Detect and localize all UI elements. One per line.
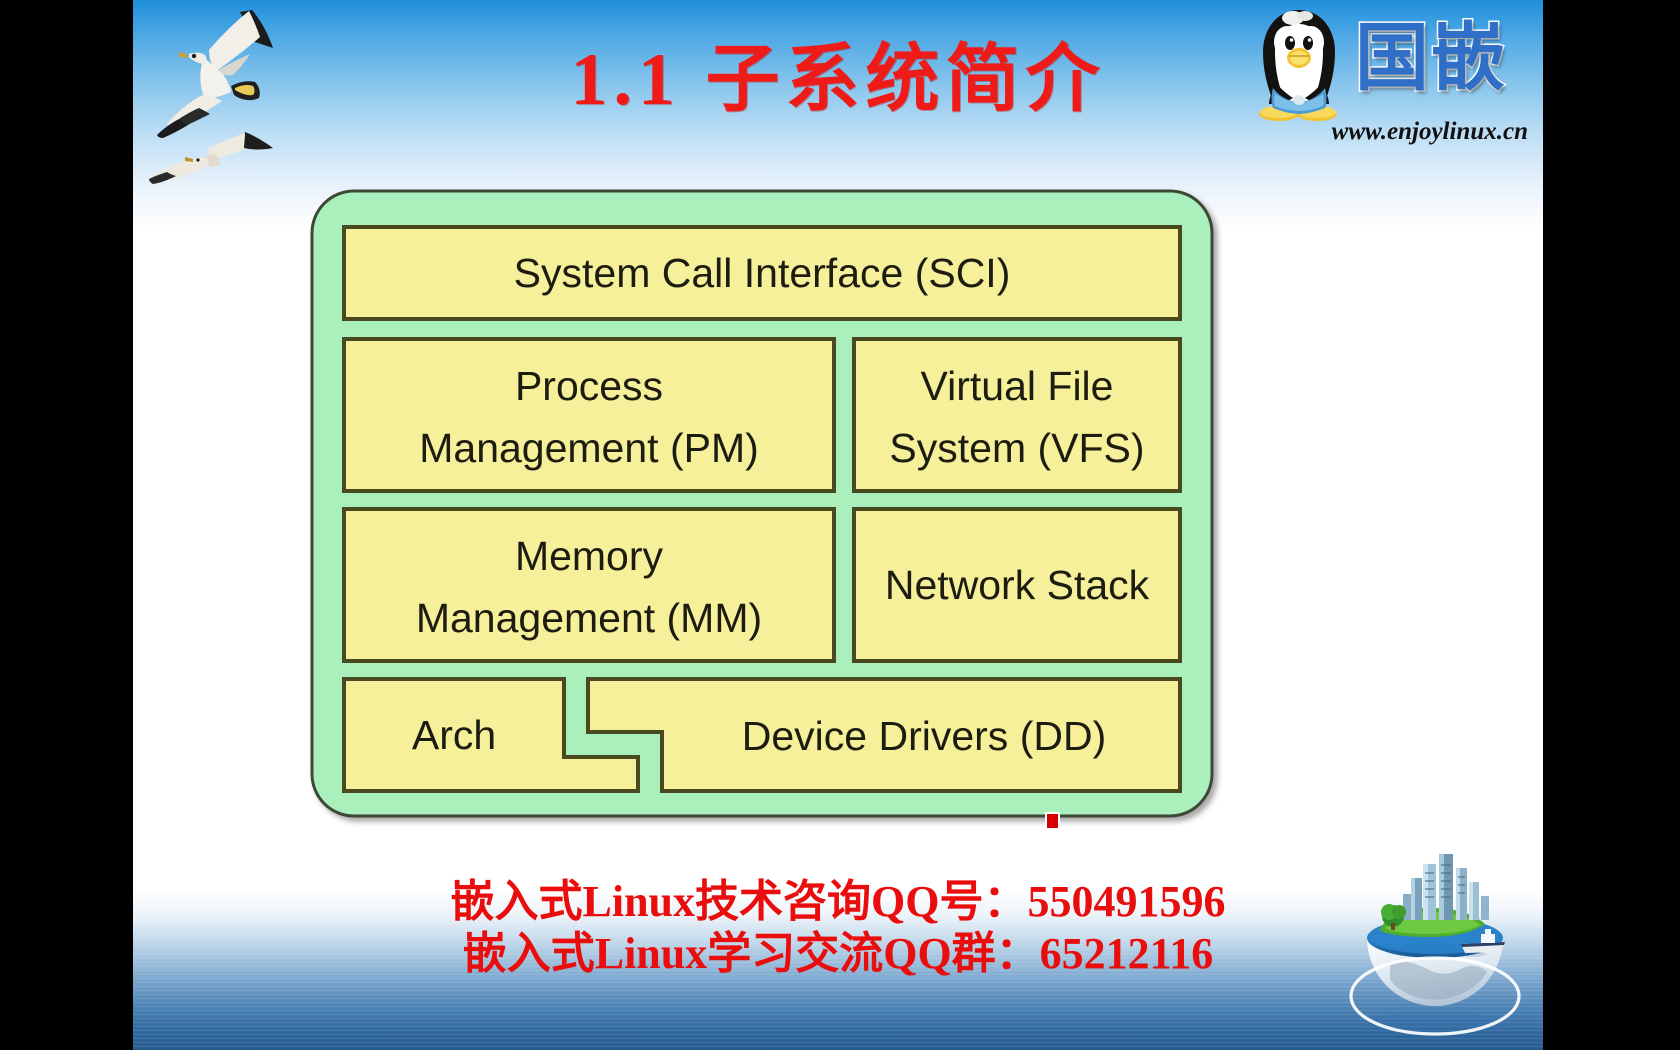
box-device-drivers: Device Drivers (DD) [586, 677, 1182, 793]
box-mm: Memory Management (MM) [342, 507, 836, 663]
box-vfs-label-line2: System (VFS) [889, 425, 1144, 471]
footer-line-1: 嵌入式Linux技术咨询QQ号：550491596 [450, 877, 1226, 926]
footer-line-2: 嵌入式Linux学习交流QQ群：65212116 [462, 929, 1214, 978]
box-network-stack: Network Stack [852, 507, 1182, 663]
box-vfs-label-line1: Virtual File [921, 363, 1114, 409]
box-pm-label-line1: Process [515, 363, 663, 409]
seagull-icon [147, 126, 277, 206]
box-mm-label-line2: Management (MM) [416, 595, 762, 641]
box-pm-label-line2: Management (PM) [419, 425, 759, 471]
slide-stage: 国嵌 www.enjoylinux.cn 1.1 子系统简介 System Ca… [0, 0, 1680, 1050]
box-sci-label: System Call Interface (SCI) [514, 250, 1011, 296]
slide-canvas: 国嵌 www.enjoylinux.cn 1.1 子系统简介 System Ca… [133, 0, 1543, 1050]
tux-penguin-icon [1243, 4, 1355, 127]
brand-logo: 国嵌 www.enjoylinux.cn [1223, 2, 1533, 152]
box-device-drivers-label: Device Drivers (DD) [742, 713, 1106, 759]
box-arch-label: Arch [412, 712, 496, 758]
box-mm-label-line1: Memory [515, 533, 664, 579]
brand-name-cn: 国嵌 [1354, 14, 1507, 103]
box-network-stack-label: Network Stack [885, 562, 1150, 608]
box-vfs: Virtual File System (VFS) [852, 337, 1182, 493]
selection-marker [1045, 812, 1060, 830]
brand-url: www.enjoylinux.cn [1331, 118, 1528, 145]
box-pm: Process Management (PM) [342, 337, 836, 493]
footer-contact: 嵌入式Linux技术咨询QQ号：550491596 嵌入式Linux学习交流QQ… [133, 876, 1543, 980]
globe-city-icon [1335, 846, 1535, 1046]
kernel-subsystem-diagram: System Call Interface (SCI) Process Mana… [308, 187, 1223, 830]
box-sci: System Call Interface (SCI) [342, 225, 1182, 321]
